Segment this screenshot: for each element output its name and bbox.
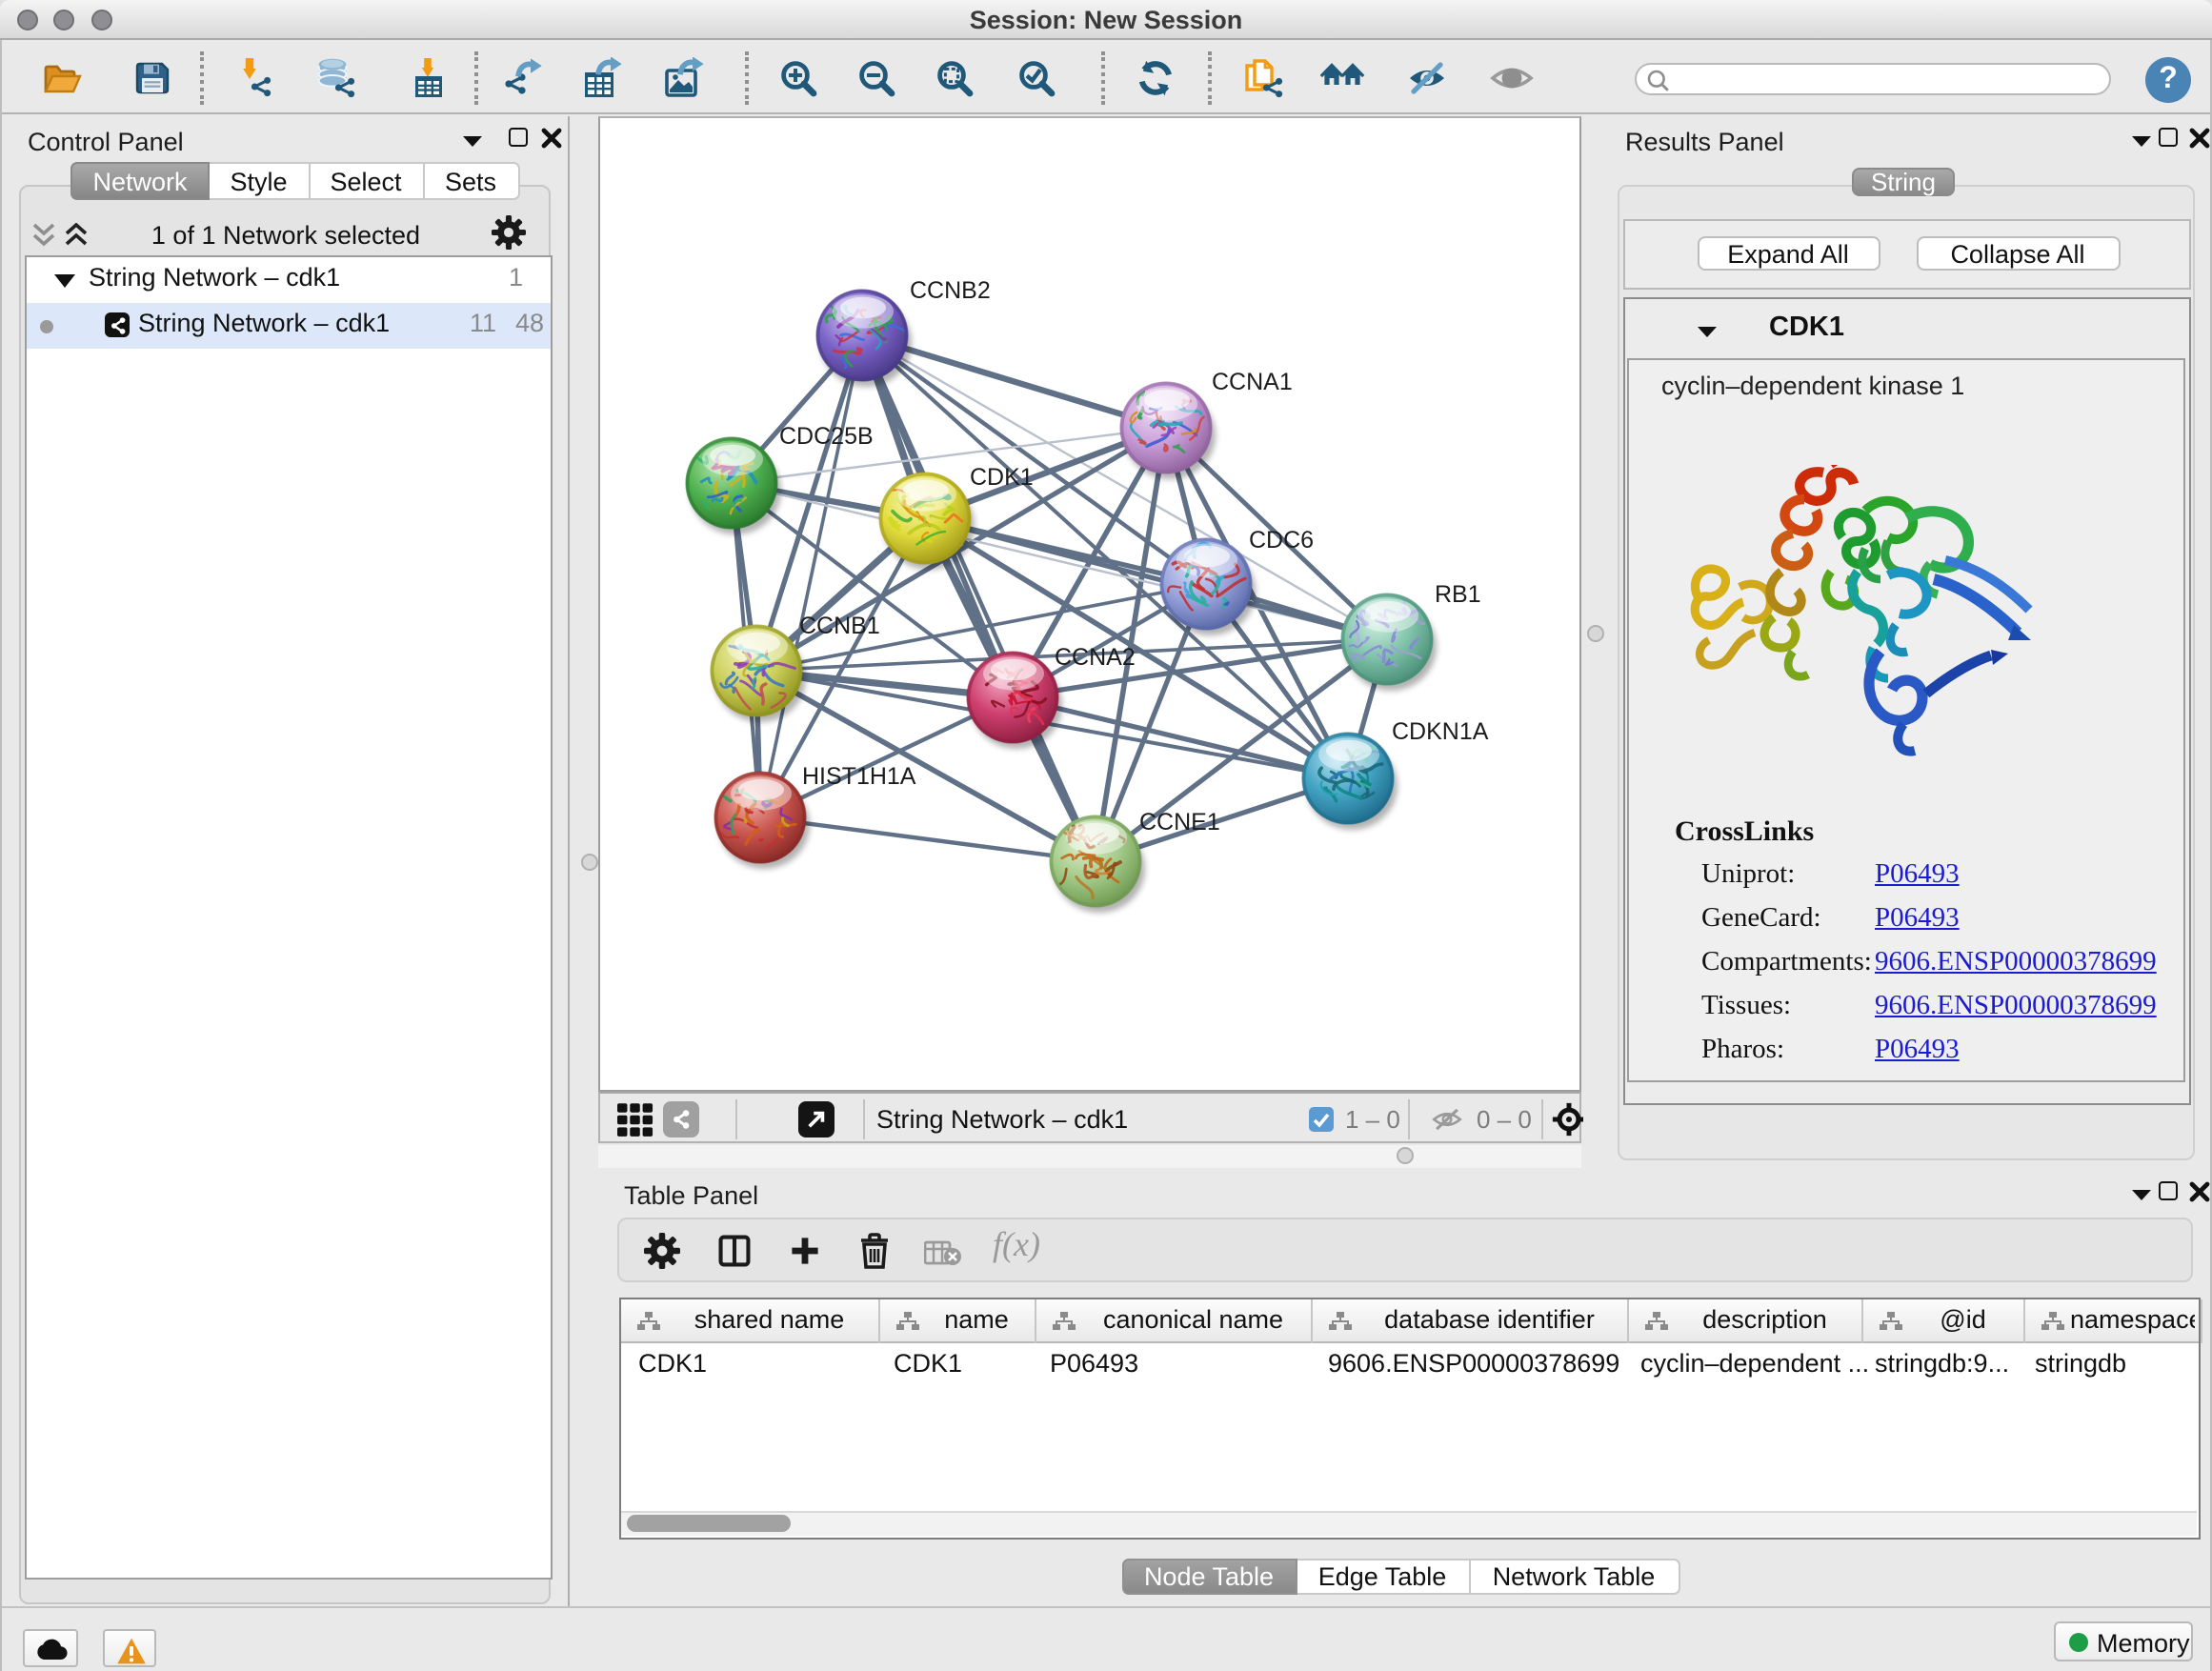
svg-text:CDC25B: CDC25B [779,423,874,450]
svg-text:CDC6: CDC6 [1249,527,1314,554]
svg-text:CCNE1: CCNE1 [1139,809,1220,836]
svg-text:HIST1H1A: HIST1H1A [802,763,916,790]
svg-text:CDKN1A: CDKN1A [1392,718,1489,745]
svg-text:CCNB1: CCNB1 [799,613,880,639]
svg-text:CDK1: CDK1 [970,464,1034,491]
svg-text:CCNA2: CCNA2 [1055,644,1136,671]
svg-text:CCNB2: CCNB2 [910,277,991,304]
svg-text:RB1: RB1 [1435,581,1481,608]
svg-text:CCNA1: CCNA1 [1212,369,1293,395]
